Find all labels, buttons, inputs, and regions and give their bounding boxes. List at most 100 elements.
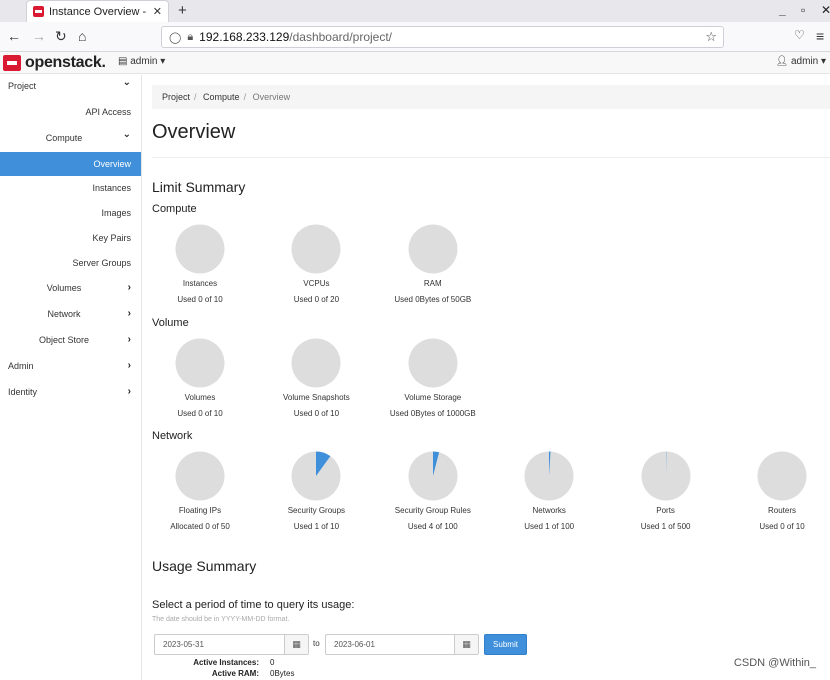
- shield-icon: ◯: [169, 31, 182, 44]
- url-host: 192.168.233.129: [199, 30, 290, 44]
- close-window-button[interactable]: ✕: [821, 3, 830, 17]
- user-menu[interactable]: 👤︎ admin ▾: [775, 56, 826, 67]
- sidebar-item-label: Key Pairs: [92, 233, 131, 243]
- bookmark-star-icon[interactable]: ☆: [705, 29, 717, 45]
- pocket-icon[interactable]: ♡: [794, 28, 805, 42]
- sidebar-item-label: Images: [101, 208, 131, 218]
- chevron-right-icon: ›: [127, 282, 131, 293]
- pie-background: [408, 338, 458, 388]
- lock-icon: 🔒︎: [187, 30, 194, 43]
- pie-background: [175, 338, 225, 388]
- sidebar-item-server-groups[interactable]: Server Groups: [0, 251, 141, 275]
- end-date-value: 2023-06-01: [334, 640, 375, 649]
- openstack-logo[interactable]: openstack.: [3, 54, 106, 72]
- pie-label: Security Group Rules: [394, 506, 471, 515]
- pie-label: Volume Storage: [404, 393, 462, 402]
- maximize-button[interactable]: ▫: [801, 3, 805, 17]
- pie-used-text: Used 0 of 10: [177, 409, 223, 418]
- stat-key: Active RAM:: [211, 669, 259, 678]
- pie-used-text: Used 0 of 20: [293, 295, 340, 304]
- minimize-button[interactable]: _: [779, 3, 786, 17]
- back-arrow-icon[interactable]: ←: [7, 28, 21, 44]
- sidebar: Project ⌄ API Access Compute ⌄ Overview Instan…: [0, 75, 142, 680]
- breadcrumb-compute[interactable]: Compute: [203, 92, 240, 102]
- sidebar-item-compute[interactable]: Compute ⌄: [0, 126, 141, 150]
- volume-heading: Volume: [152, 317, 189, 329]
- network-heading: Network: [152, 430, 193, 442]
- pie-label: Volumes: [184, 393, 216, 402]
- chevron-right-icon: ›: [127, 308, 131, 319]
- sidebar-item-label: Compute: [45, 133, 83, 143]
- pie-used-text: Used 1 of 500: [640, 522, 691, 531]
- pie-used-text: Used 0 of 10: [759, 522, 805, 531]
- stat-key: Active Instances:: [193, 658, 259, 667]
- usage-pie-chart: [175, 451, 225, 501]
- sidebar-item-project[interactable]: Project ⌄: [0, 74, 141, 98]
- pie-used-text: Used 0 of 10: [293, 409, 340, 418]
- sidebar-item-network[interactable]: Network ›: [0, 302, 141, 326]
- chevron-right-icon: ›: [127, 360, 131, 371]
- sidebar-item-identity[interactable]: Identity ›: [0, 380, 141, 404]
- calendar-icon[interactable]: ▦: [454, 635, 478, 654]
- pie-background: [408, 224, 458, 274]
- grid-icon: ▤: [118, 56, 131, 67]
- sidebar-item-instances[interactable]: Instances: [0, 176, 141, 200]
- chevron-right-icon: ›: [127, 386, 131, 397]
- home-icon[interactable]: ⌂: [78, 28, 86, 44]
- breadcrumb: Project / Compute / Overview: [152, 85, 830, 109]
- pie-background: [175, 451, 225, 501]
- user-icon: 👤︎: [775, 56, 791, 67]
- sidebar-item-label: Admin: [8, 361, 34, 371]
- pie-used-text: Allocated 0 of 50: [170, 522, 230, 531]
- breadcrumb-overview: Overview: [252, 92, 291, 102]
- stat-value: 0: [270, 658, 275, 667]
- breadcrumb-project[interactable]: Project: [162, 92, 190, 102]
- project-menu-label: admin ▾: [130, 56, 166, 67]
- openstack-logo-icon: [3, 55, 21, 71]
- query-title: Select a period of time to query its usa…: [152, 599, 355, 611]
- sidebar-item-admin[interactable]: Admin ›: [0, 354, 141, 378]
- pie-label: Routers: [767, 506, 796, 515]
- sidebar-item-images[interactable]: Images: [0, 201, 141, 225]
- pie-used-text: Used 0 of 10: [177, 295, 223, 304]
- pie-label: VCPUs: [303, 279, 330, 288]
- sidebar-item-overview[interactable]: Overview: [0, 152, 141, 176]
- pie-used-text: Used 1 of 10: [293, 522, 340, 531]
- usage-pie-chart: [408, 338, 458, 388]
- forward-arrow-icon[interactable]: →: [32, 28, 46, 44]
- sidebar-item-label: Server Groups: [72, 258, 131, 268]
- pie-background: [291, 338, 341, 388]
- url-bar[interactable]: ◯ 🔒︎ 192.168.233.129/dashboard/project/ …: [161, 26, 724, 48]
- usage-pie-chart: [175, 224, 225, 274]
- pie-background: [291, 224, 341, 274]
- chevron-right-icon: ›: [127, 334, 131, 345]
- watermark: CSDN @Within_: [733, 657, 816, 669]
- sidebar-item-api-access[interactable]: API Access: [0, 100, 141, 124]
- usage-pie-chart: [408, 451, 458, 501]
- usage-pie-chart: [175, 338, 225, 388]
- new-tab-button[interactable]: +: [178, 2, 187, 19]
- to-label: to: [313, 639, 320, 648]
- project-menu[interactable]: ▤ admin ▾: [118, 56, 165, 67]
- sidebar-item-volumes[interactable]: Volumes ›: [0, 276, 141, 300]
- sidebar-item-object-store[interactable]: Object Store ›: [0, 328, 141, 352]
- tab-close-icon[interactable]: ✕: [153, 5, 162, 18]
- reload-icon[interactable]: ↻: [55, 28, 67, 45]
- sidebar-item-label: Network: [47, 309, 81, 319]
- end-date-input[interactable]: 2023-06-01 ▦: [325, 634, 479, 655]
- start-date-input[interactable]: 2023-05-31 ▦: [154, 634, 309, 655]
- usage-summary-title: Usage Summary: [152, 558, 257, 574]
- menu-icon[interactable]: ≡: [816, 28, 824, 44]
- submit-button[interactable]: Submit: [484, 634, 527, 655]
- sidebar-item-key-pairs[interactable]: Key Pairs: [0, 226, 141, 250]
- page-title: Overview: [152, 121, 236, 143]
- url-path: /dashboard/project/: [289, 30, 392, 44]
- logo-text: openstack.: [25, 54, 106, 71]
- usage-pie-chart: [641, 451, 691, 501]
- browser-tab[interactable]: Instance Overview - Open ✕: [26, 0, 169, 22]
- pie-label: Security Groups: [287, 506, 346, 515]
- sidebar-item-label: Instances: [92, 183, 131, 193]
- pie-label: Networks: [532, 506, 566, 515]
- calendar-icon[interactable]: ▦: [284, 635, 308, 654]
- openstack-favicon-icon: [33, 6, 44, 17]
